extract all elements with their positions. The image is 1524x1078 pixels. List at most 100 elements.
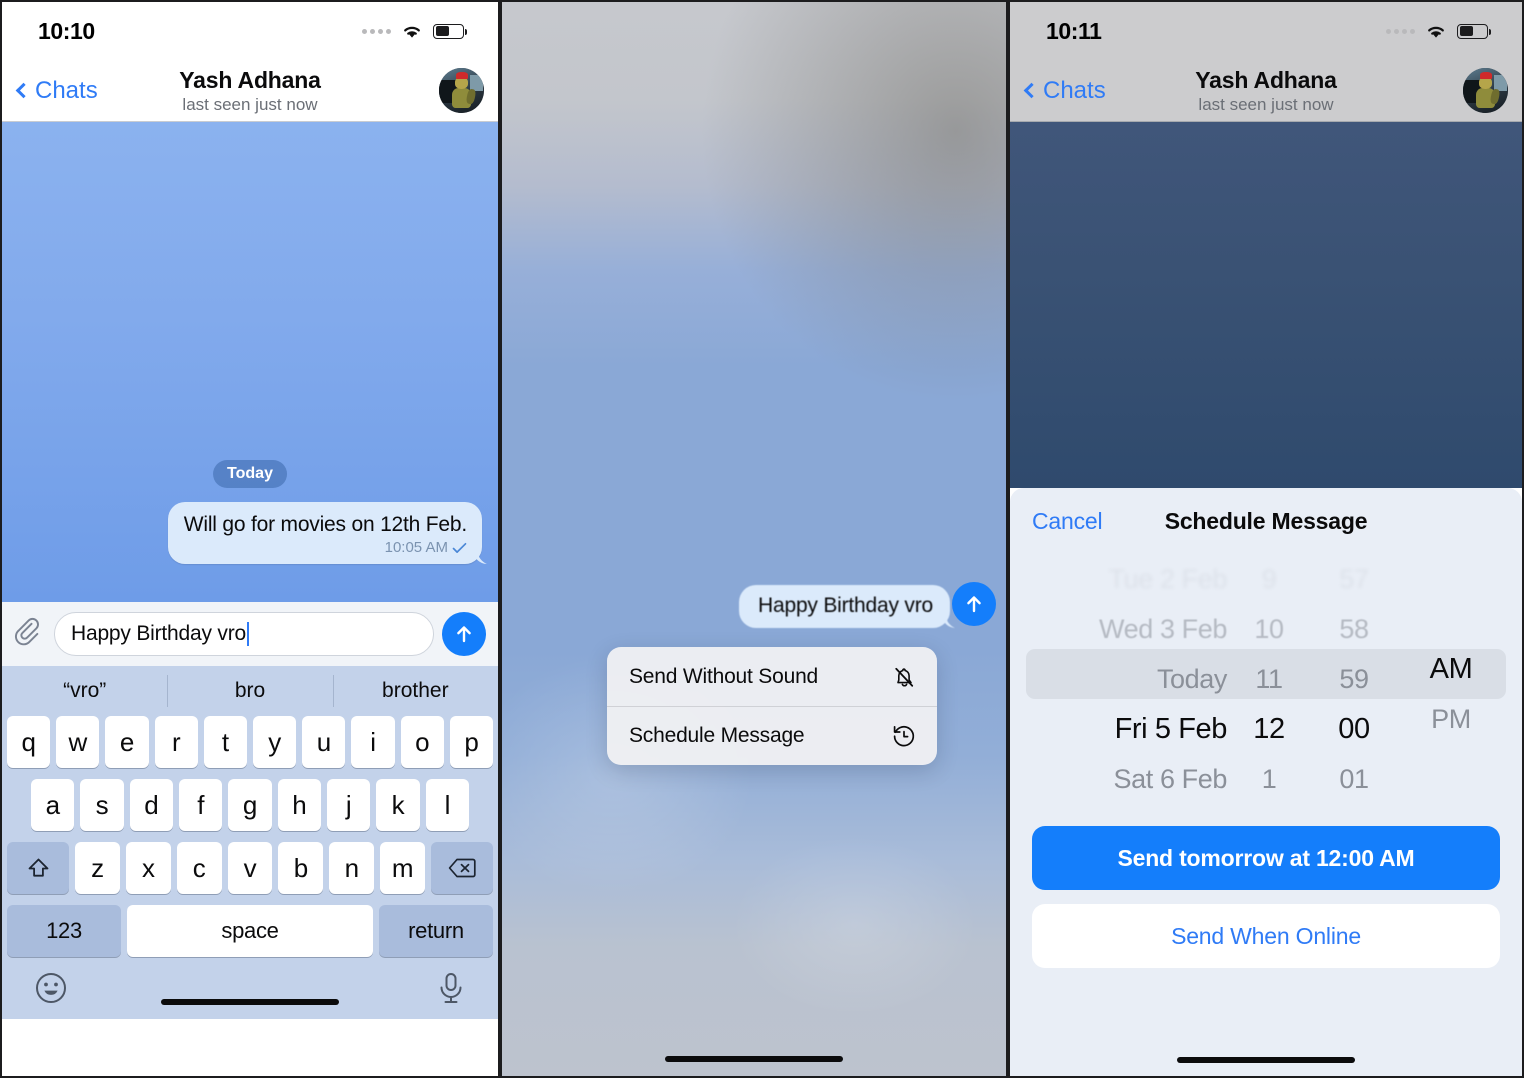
battery-icon — [1457, 23, 1492, 39]
keyboard-row-1: q w e r t y u i o p — [2, 716, 498, 768]
picker-meridiem-option[interactable]: PM — [1431, 694, 1471, 744]
back-label: Chats — [1043, 76, 1106, 104]
status-time: 10:10 — [38, 17, 95, 44]
key-k[interactable]: k — [376, 779, 420, 831]
numbers-key[interactable]: 123 — [7, 905, 121, 957]
picker-column-minute[interactable]: 57 58 59 00 01 02 03 — [1305, 554, 1403, 804]
keyboard-row-3: z x c v b n m — [2, 842, 498, 894]
keyboard-row-4: 123 space return — [2, 905, 498, 957]
message-input[interactable]: Happy Birthday vro — [54, 612, 434, 656]
key-a[interactable]: a — [31, 779, 75, 831]
key-v[interactable]: v — [227, 842, 273, 894]
paperclip-icon[interactable] — [12, 617, 46, 651]
picker-date-option[interactable]: Wed 3 Feb — [1099, 604, 1227, 654]
send-options-menu: Send Without Sound Schedule Message — [607, 647, 937, 765]
avatar[interactable] — [1463, 68, 1508, 113]
key-i[interactable]: i — [351, 716, 395, 768]
picker-date-selected[interactable]: Fri 5 Feb — [1115, 704, 1228, 754]
chat-thread-dimmed — [1010, 122, 1522, 488]
backspace-icon — [448, 858, 476, 878]
return-key[interactable]: return — [379, 905, 493, 957]
clock-arrow-icon — [893, 725, 915, 747]
panel-schedule-sheet: 10:11 Chats Yash Adhana last seen just n… — [1008, 0, 1524, 1078]
key-u[interactable]: u — [302, 716, 346, 768]
send-when-online-button[interactable]: Send When Online — [1032, 904, 1500, 968]
picker-minute-option[interactable]: 01 — [1339, 754, 1369, 804]
key-c[interactable]: c — [176, 842, 222, 894]
picker-date-option[interactable]: Today — [1157, 654, 1227, 704]
key-w[interactable]: w — [56, 716, 100, 768]
menu-item-schedule-message[interactable]: Schedule Message — [607, 706, 937, 765]
key-d[interactable]: d — [129, 779, 173, 831]
send-button[interactable] — [442, 612, 486, 656]
page-title: Yash Adhana — [1195, 66, 1337, 93]
picker-date-option[interactable]: Sat 6 Feb — [1114, 754, 1228, 804]
key-q[interactable]: q — [6, 716, 51, 768]
pending-message-bubble[interactable]: Happy Birthday vro — [739, 585, 950, 628]
microphone-icon[interactable] — [434, 969, 468, 1007]
picker-hour-option[interactable]: 1 — [1262, 754, 1277, 804]
day-divider: Today — [213, 460, 287, 488]
key-r[interactable]: r — [154, 716, 198, 768]
picker-hour-option[interactable]: 11 — [1255, 654, 1283, 704]
send-tomorrow-button[interactable]: Send tomorrow at 12:00 AM — [1032, 826, 1500, 890]
menu-item-send-without-sound[interactable]: Send Without Sound — [607, 647, 937, 706]
prediction-2[interactable]: brother — [332, 666, 498, 716]
picker-meridiem-selected[interactable]: AM — [1430, 644, 1473, 694]
back-label: Chats — [35, 76, 98, 104]
datetime-picker[interactable]: Tue 2 Feb Wed 3 Feb Today Fri 5 Feb Sat … — [1026, 554, 1506, 804]
picker-minute-option[interactable]: 58 — [1339, 604, 1369, 654]
picker-column-meridiem[interactable]: AM PM — [1403, 554, 1499, 804]
key-f[interactable]: f — [179, 779, 223, 831]
shift-key[interactable] — [7, 842, 69, 894]
key-e[interactable]: e — [105, 716, 149, 768]
status-indicators — [1386, 22, 1492, 40]
message-bubble-outgoing[interactable]: Will go for movies on 12th Feb. 10:05 AM — [167, 502, 482, 565]
key-s[interactable]: s — [80, 779, 124, 831]
key-m[interactable]: m — [380, 842, 426, 894]
key-y[interactable]: y — [253, 716, 297, 768]
back-to-chats-button[interactable]: Chats — [1022, 77, 1106, 105]
key-p[interactable]: p — [449, 716, 494, 768]
back-to-chats-button[interactable]: Chats — [14, 77, 98, 105]
message-input-value: Happy Birthday vro — [71, 622, 246, 645]
battery-icon — [433, 23, 468, 39]
shift-up-icon — [28, 858, 48, 877]
prediction-0[interactable]: “vro” — [2, 666, 167, 716]
single-check-icon — [452, 542, 467, 553]
send-button[interactable] — [952, 582, 996, 626]
backspace-key[interactable] — [431, 842, 494, 894]
key-b[interactable]: b — [278, 842, 324, 894]
panel-compose: 10:10 Chats Yash Adhana last seen just n… — [0, 0, 500, 1078]
key-t[interactable]: t — [203, 716, 247, 768]
picker-column-date[interactable]: Tue 2 Feb Wed 3 Feb Today Fri 5 Feb Sat … — [1033, 554, 1233, 804]
nav-bar: Chats Yash Adhana last seen just now — [2, 60, 498, 122]
picker-hour-option[interactable]: 10 — [1254, 604, 1284, 654]
key-o[interactable]: o — [400, 716, 444, 768]
smiley-face-icon[interactable] — [32, 969, 70, 1007]
panel-context-menu: Happy Birthday vro Send Without Sound Sc… — [500, 0, 1008, 1078]
picker-hour-option[interactable]: 9 — [1262, 554, 1277, 604]
key-z[interactable]: z — [75, 842, 120, 894]
signal-dots-icon — [362, 28, 391, 34]
cancel-button[interactable]: Cancel — [1032, 508, 1103, 535]
key-g[interactable]: g — [228, 779, 272, 831]
picker-minute-option[interactable]: 57 — [1339, 554, 1369, 604]
picker-minute-selected[interactable]: 00 — [1338, 704, 1370, 754]
picker-date-option[interactable]: Tue 2 Feb — [1109, 554, 1228, 604]
send-arrow-up-icon — [457, 626, 471, 643]
picker-hour-selected[interactable]: 12 — [1253, 704, 1285, 754]
key-j[interactable]: j — [326, 779, 371, 831]
key-n[interactable]: n — [329, 842, 375, 894]
avatar[interactable] — [439, 68, 484, 113]
prediction-1[interactable]: bro — [167, 666, 332, 716]
status-indicators — [362, 22, 468, 40]
home-indicator — [1177, 1057, 1355, 1063]
key-h[interactable]: h — [277, 779, 321, 831]
picker-column-hour[interactable]: 9 10 11 12 1 2 3 — [1233, 554, 1305, 804]
key-x[interactable]: x — [125, 842, 171, 894]
key-l[interactable]: l — [425, 779, 469, 831]
space-key[interactable]: space — [127, 905, 373, 957]
picker-minute-option[interactable]: 59 — [1339, 654, 1369, 704]
message-text: Will go for movies on 12th Feb. — [183, 513, 467, 536]
